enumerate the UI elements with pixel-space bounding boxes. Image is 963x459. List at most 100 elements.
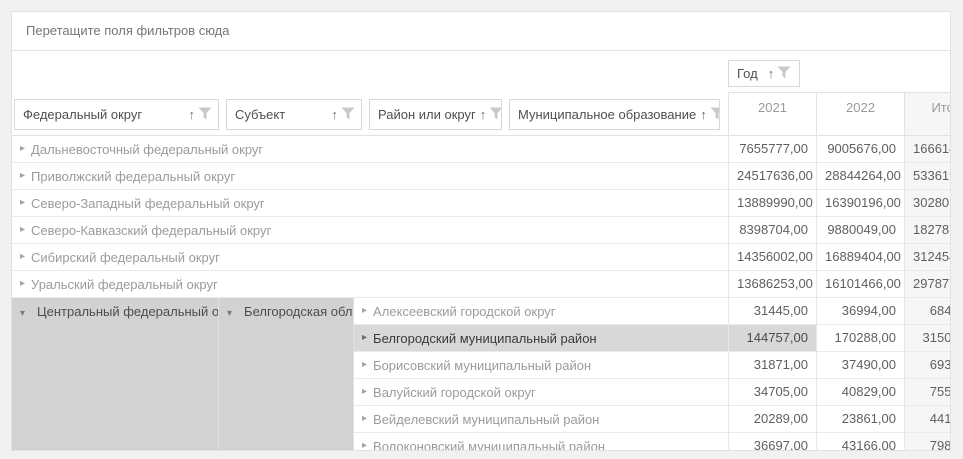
row-header-cell[interactable]: ▸ Борисовский муниципальный район [354, 352, 728, 378]
field-chip-label: Субъект [235, 107, 285, 122]
value-cell[interactable]: 36697,00 [728, 433, 816, 451]
field-chip-icons: ↑ [700, 107, 720, 123]
filter-icon[interactable] [710, 107, 720, 123]
expand-icon[interactable]: ▸ [20, 144, 25, 154]
expand-icon[interactable]: ▸ [20, 279, 25, 289]
row-header-cell[interactable]: ▸ Волоконовский муниципальный район [354, 433, 728, 451]
expand-icon[interactable]: ▸ [362, 441, 367, 451]
expand-icon[interactable]: ▸ [362, 333, 367, 343]
table-row[interactable]: ▸ Алексеевский городской округ 31445,00 … [354, 298, 951, 325]
row-header-cell[interactable]: ▸ Валуйский городской округ [354, 379, 728, 405]
total-value-cell[interactable]: 16661453,00 [904, 136, 951, 162]
field-chip-subject[interactable]: Субъект ↑ [226, 99, 362, 130]
sort-asc-icon[interactable]: ↑ [700, 108, 707, 121]
sort-asc-icon[interactable]: ↑ [332, 108, 339, 121]
row-header-cell-belgorod-oblast[interactable]: ▾Белгородская область [219, 298, 354, 451]
value-cell[interactable]: 144757,00 [728, 325, 816, 351]
total-value-cell[interactable]: 68439,00 [904, 298, 951, 324]
value-cell[interactable]: 31445,00 [728, 298, 816, 324]
total-value-cell[interactable]: 29787719,00 [904, 271, 951, 297]
value-cell[interactable]: 13889990,00 [728, 190, 816, 216]
table-row[interactable]: ▸ Дальневосточный федеральный округ 7655… [12, 136, 950, 163]
filter-icon[interactable] [489, 107, 502, 123]
row-header-cell[interactable]: ▸ Вейделевский муниципальный район [354, 406, 728, 432]
value-cell[interactable]: 24517636,00 [728, 163, 816, 189]
value-cell[interactable]: 8398704,00 [728, 217, 816, 243]
expand-icon[interactable]: ▸ [20, 198, 25, 208]
row-label: Центральный федеральный округ [37, 304, 219, 319]
value-cell[interactable]: 9880049,00 [816, 217, 904, 243]
value-cell[interactable]: 16889404,00 [816, 244, 904, 270]
expand-icon[interactable]: ▸ [362, 360, 367, 370]
value-cell[interactable]: 170288,00 [816, 325, 904, 351]
field-chip-federal-district[interactable]: Федеральный округ ↑ [14, 99, 219, 130]
expand-icon[interactable]: ▸ [20, 252, 25, 262]
row-header-cell[interactable]: ▸ Уральский федеральный округ [12, 271, 728, 297]
table-row[interactable]: ▸ Волоконовский муниципальный район 3669… [354, 433, 951, 451]
total-value-cell[interactable]: 69361,00 [904, 352, 951, 378]
table-row[interactable]: ▸ Борисовский муниципальный район 31871,… [354, 352, 951, 379]
field-chip-municipality[interactable]: Муниципальное образование ↑ [509, 99, 720, 130]
value-cell[interactable]: 16101466,00 [816, 271, 904, 297]
value-cell[interactable]: 34705,00 [728, 379, 816, 405]
total-value-cell[interactable]: 31245406,00 [904, 244, 951, 270]
column-header-2022[interactable]: 2022 [816, 93, 904, 135]
table-row[interactable]: ▸ Уральский федеральный округ 13686253,0… [12, 271, 950, 298]
field-chip-year[interactable]: Год ↑ [728, 60, 800, 87]
total-value-cell[interactable]: 79863,00 [904, 433, 951, 451]
value-cell[interactable]: 36994,00 [816, 298, 904, 324]
expanded-group: ▾ Центральный федеральный округ ▾Белгород… [12, 298, 951, 451]
row-fields-area: Федеральный округ ↑ Субъект ↑ [12, 51, 728, 135]
table-row[interactable]: ▸ Валуйский городской округ 34705,00 408… [354, 379, 951, 406]
total-value-cell[interactable]: 75534,00 [904, 379, 951, 405]
table-row[interactable]: ▸ Сибирский федеральный округ 14356002,0… [12, 244, 950, 271]
value-cell[interactable]: 14356002,00 [728, 244, 816, 270]
field-chip-district-or-okrug[interactable]: Район или округ ↑ [369, 99, 502, 130]
value-cell[interactable]: 28844264,00 [816, 163, 904, 189]
table-row[interactable]: ▸ Приволжский федеральный округ 24517636… [12, 163, 950, 190]
table-row-selected[interactable]: ▸ Белгородский муниципальный район 14475… [354, 325, 951, 352]
value-cell[interactable]: 16390196,00 [816, 190, 904, 216]
column-header-2021[interactable]: 2021 [728, 93, 816, 135]
value-cell[interactable]: 7655777,00 [728, 136, 816, 162]
filter-icon[interactable] [777, 66, 791, 82]
table-row[interactable]: ▸ Вейделевский муниципальный район 20289… [354, 406, 951, 433]
table-row[interactable]: ▸ Северо-Кавказский федеральный округ 83… [12, 217, 950, 244]
collapse-icon[interactable]: ▾ [20, 308, 25, 319]
expand-icon[interactable]: ▸ [20, 171, 25, 181]
row-header-cell[interactable]: ▸ Северо-Кавказский федеральный округ [12, 217, 728, 243]
sort-asc-icon[interactable]: ↑ [480, 108, 487, 121]
row-header-cell[interactable]: ▸ Сибирский федеральный округ [12, 244, 728, 270]
row-header-cell[interactable]: ▸ Приволжский федеральный округ [12, 163, 728, 189]
expand-icon[interactable]: ▸ [362, 387, 367, 397]
pivot-grid: Перетащите поля фильтров сюда Федеральны… [11, 11, 951, 451]
expand-icon[interactable]: ▸ [362, 414, 367, 424]
row-header-cell[interactable]: ▸ Северо-Западный федеральный округ [12, 190, 728, 216]
value-cell[interactable]: 31871,00 [728, 352, 816, 378]
filter-icon[interactable] [198, 107, 212, 123]
collapse-icon[interactable]: ▾ [227, 308, 232, 319]
value-cell[interactable]: 9005676,00 [816, 136, 904, 162]
row-header-cell[interactable]: ▸ Белгородский муниципальный район [354, 325, 728, 351]
total-value-cell[interactable]: 53361900,00 [904, 163, 951, 189]
table-row[interactable]: ▸ Северо-Западный федеральный округ 1388… [12, 190, 950, 217]
total-value-cell[interactable]: 44150,00 [904, 406, 951, 432]
expand-icon[interactable]: ▸ [20, 225, 25, 235]
value-cell[interactable]: 37490,00 [816, 352, 904, 378]
sort-asc-icon[interactable]: ↑ [768, 67, 775, 80]
filter-icon[interactable] [341, 107, 355, 123]
expand-icon[interactable]: ▸ [362, 306, 367, 316]
value-cell[interactable]: 43166,00 [816, 433, 904, 451]
sort-asc-icon[interactable]: ↑ [189, 108, 196, 121]
value-cell[interactable]: 13686253,00 [728, 271, 816, 297]
row-header-cell[interactable]: ▸ Алексеевский городской округ [354, 298, 728, 324]
total-value-cell[interactable]: 30280186,00 [904, 190, 951, 216]
total-value-cell[interactable]: 18278753,00 [904, 217, 951, 243]
value-cell[interactable]: 20289,00 [728, 406, 816, 432]
row-header-cell-central-federal-district[interactable]: ▾ Центральный федеральный округ [12, 298, 219, 451]
row-header-cell[interactable]: ▸ Дальневосточный федеральный округ [12, 136, 728, 162]
total-value-cell[interactable]: 315045,00 [904, 325, 951, 351]
filter-drop-area[interactable]: Перетащите поля фильтров сюда [12, 12, 950, 51]
value-cell[interactable]: 23861,00 [816, 406, 904, 432]
value-cell[interactable]: 40829,00 [816, 379, 904, 405]
